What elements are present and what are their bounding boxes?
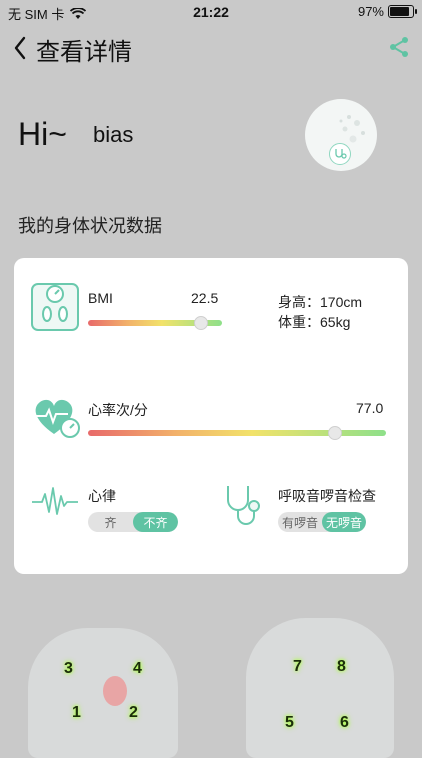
heart-organ-icon — [103, 676, 127, 706]
rhythm-toggle[interactable]: 齐 不齐 — [88, 512, 178, 532]
weight-value: 体重：65kg — [278, 314, 351, 330]
bmi-value: 22.5 — [191, 290, 219, 306]
battery-fill — [390, 7, 410, 16]
auscultation-point-1[interactable]: 1 — [72, 704, 81, 722]
stethoscope-icon — [227, 486, 260, 525]
back-torso-figure — [246, 618, 394, 758]
rhythm-label: 心律 — [88, 488, 116, 504]
heart-rate-slider — [88, 426, 386, 440]
auscultation-point-3[interactable]: 3 — [64, 660, 73, 678]
rhythm-option-irregular[interactable]: 不齐 — [133, 512, 178, 532]
breath-sound-toggle[interactable]: 有啰音 无啰音 — [278, 512, 366, 532]
bmi-slider-knob — [193, 316, 208, 330]
auscultation-point-8[interactable]: 8 — [337, 658, 346, 676]
bmi-slider — [88, 316, 222, 330]
heart-rate-icon — [35, 399, 80, 438]
rhythm-option-regular[interactable]: 齐 — [88, 512, 133, 532]
breath-option-rales[interactable]: 有啰音 — [278, 512, 322, 532]
user-name: bias — [93, 122, 134, 147]
auscultation-point-7[interactable]: 7 — [293, 658, 302, 676]
height-value: 身高：170cm — [278, 294, 363, 310]
status-bar: 无 SIM 卡 21:22 97% — [0, 0, 422, 24]
breath-option-no-rales[interactable]: 无啰音 — [322, 512, 366, 532]
battery-percent: 97% — [357, 4, 384, 19]
nav-bar: 查看详情 — [0, 28, 422, 68]
front-torso-figure — [28, 628, 178, 758]
auscultation-point-4[interactable]: 4 — [133, 660, 142, 678]
auscultation-point-6[interactable]: 6 — [340, 714, 349, 732]
page-title: 查看详情 — [36, 39, 132, 66]
health-data-card: BMI 22.5 身高：170cm 体重：65kg 心率次/分 77.0 心律 … — [14, 258, 408, 574]
auscultation-point-2[interactable]: 2 — [129, 704, 138, 722]
status-right: 97% — [357, 4, 417, 19]
section-title: 我的身体状况数据 — [18, 216, 162, 236]
ecg-wave-icon — [32, 487, 78, 515]
heart-rate-label: 心率次/分 — [88, 402, 148, 418]
bmi-label: BMI — [88, 290, 113, 306]
breath-sound-label: 呼吸音啰音检查 — [278, 488, 376, 504]
stethoscope-badge-icon — [329, 143, 351, 165]
battery-icon — [388, 5, 417, 18]
share-icon[interactable] — [388, 36, 410, 58]
heart-rate-slider-knob — [328, 426, 343, 440]
auscultation-point-5[interactable]: 5 — [285, 714, 294, 732]
heart-rate-value: 77.0 — [356, 400, 384, 416]
scale-icon — [31, 283, 79, 331]
greeting-hi: Hi~ — [18, 116, 67, 152]
